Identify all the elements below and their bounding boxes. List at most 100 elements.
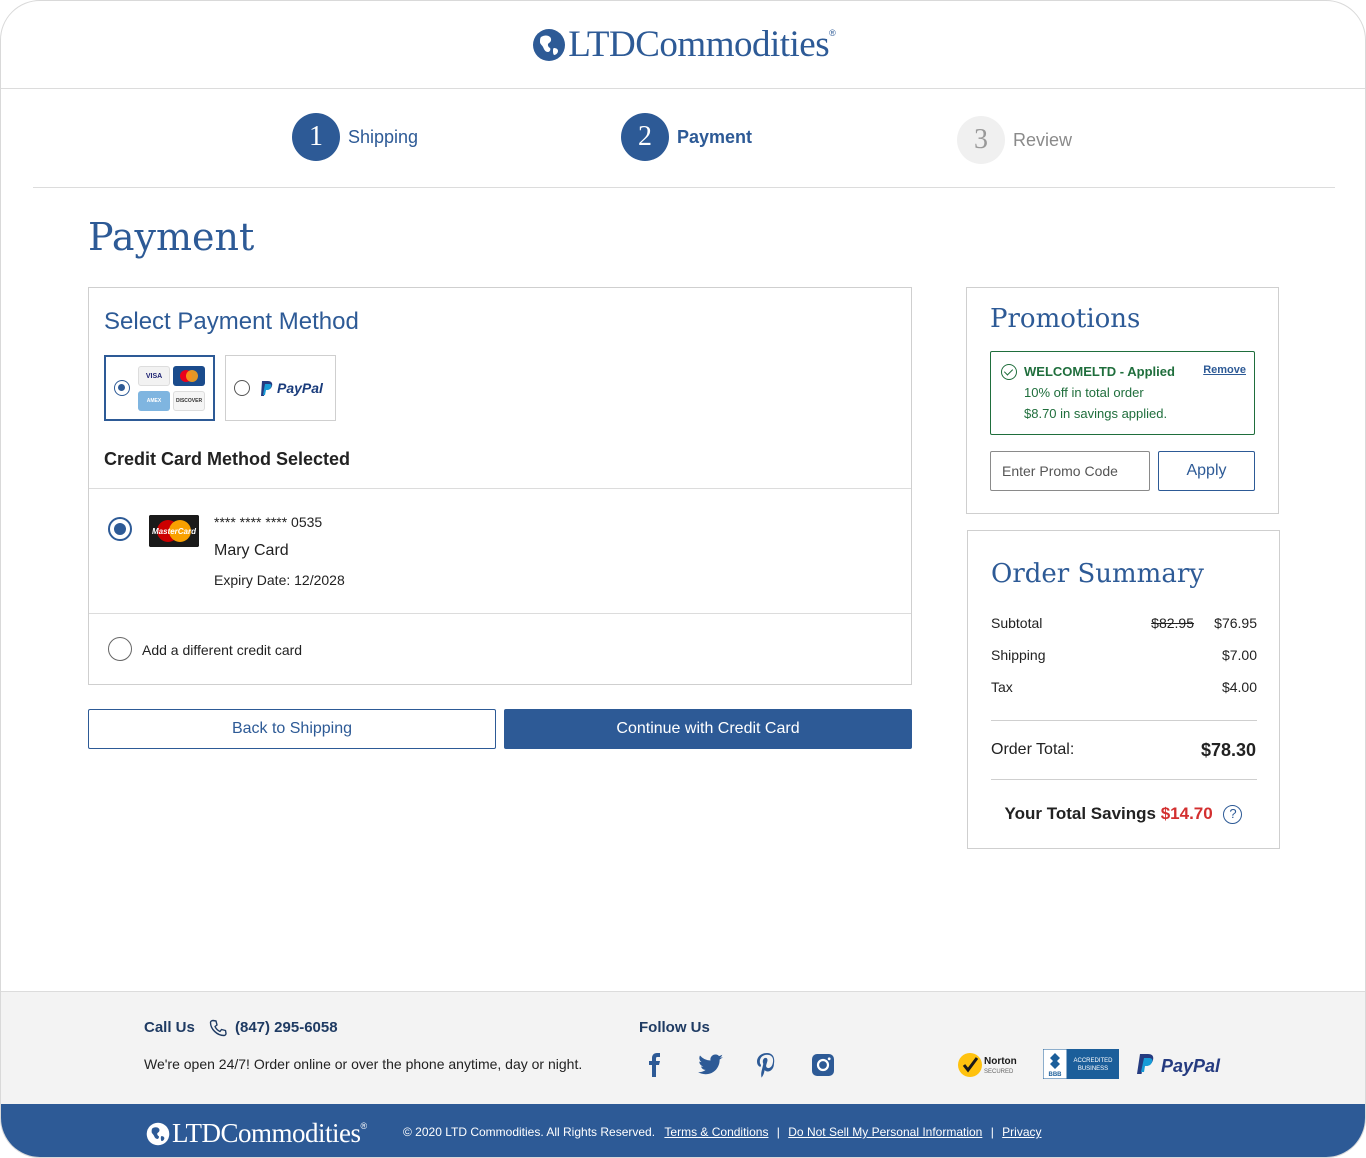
step-number: 1 <box>292 113 340 161</box>
shipping-label: Shipping <box>991 647 1046 663</box>
page-title: Payment <box>88 215 255 259</box>
link-separator: | <box>990 1125 994 1139</box>
shipping-value: $7.00 <box>1221 647 1257 663</box>
follow-us-label: Follow Us <box>639 1019 710 1036</box>
order-summary-panel: Order Summary Subtotal $82.95 $76.95 Shi… <box>967 530 1280 849</box>
bbb-short-label: BBB <box>1049 1072 1063 1078</box>
site-header: LTDCommodities ® <box>1 1 1365 89</box>
step-number: 2 <box>621 113 669 161</box>
copyright-text: © 2020 LTD Commodities. All Rights Reser… <box>403 1125 656 1139</box>
hours-text: We're open 24/7! Order online or over th… <box>144 1056 583 1072</box>
footer-legal-bar: LTDCommodities ® © 2020 LTD Commodities. … <box>1 1104 1365 1157</box>
step-label: Review <box>1013 129 1073 150</box>
globe-logo-icon <box>533 28 566 61</box>
order-summary-title: Order Summary <box>991 559 1204 589</box>
footer-info: Call Us (847) 295-6058 We're open 24/7! … <box>1 991 1365 1104</box>
amex-icon: AMEX <box>138 391 170 411</box>
section-divider <box>89 488 911 489</box>
step-payment: 2 Payment <box>621 113 752 161</box>
registered-mark: ® <box>360 1120 368 1131</box>
subtotal-label: Subtotal <box>991 615 1043 631</box>
card-expiry: Expiry Date: 12/2028 <box>214 572 345 588</box>
norton-sub-label: SECURED <box>984 1069 1014 1075</box>
pinterest-icon[interactable] <box>754 1052 780 1078</box>
section-divider <box>89 613 911 614</box>
facebook-icon[interactable] <box>642 1052 668 1078</box>
order-total-label: Order Total: <box>991 741 1075 758</box>
back-to-shipping-button[interactable]: Back to Shipping <box>88 709 496 749</box>
summary-divider <box>991 720 1257 721</box>
step-label: Payment <box>677 126 753 147</box>
paypal-method-tile[interactable]: PayPal <box>225 355 336 421</box>
tax-value: $4.00 <box>1221 679 1257 695</box>
instagram-icon[interactable] <box>810 1052 836 1078</box>
subtotal-value: $76.95 <box>1214 615 1257 631</box>
globe-logo-icon <box>146 1122 170 1145</box>
checkout-steps: 1 Shipping 2 Payment 3 Review <box>1 113 1365 165</box>
promo-description: 10% off in total order <box>1024 385 1144 400</box>
mastercard-logo-icon: MasterCard <box>149 515 199 547</box>
order-total-value: $78.30 <box>1200 740 1256 760</box>
step-review: 3 Review <box>957 116 1072 164</box>
paypal-badge: PayPal <box>1137 1054 1221 1076</box>
total-savings: Your Total Savings $14.70 ? <box>968 804 1279 824</box>
steps-divider <box>33 187 1335 188</box>
bbb-accredited-badge: BBB ACCREDITED BUSINESS <box>1043 1049 1119 1079</box>
site-logo[interactable]: LTDCommodities ® <box>532 23 836 66</box>
paypal-icon <box>261 381 273 396</box>
credit-card-method-radio[interactable] <box>114 380 130 396</box>
credit-card-method-tile[interactable]: VISA AMEX DISCOVER <box>104 355 215 421</box>
legal-links: © 2020 LTD Commodities. All Rights Reser… <box>403 1125 1042 1139</box>
page-frame: LTDCommodities ® 1 Shipping 2 Payment 3 R… <box>0 0 1366 1158</box>
discover-icon: DISCOVER <box>173 391 205 411</box>
payment-method-panel: Select Payment Method VISA AMEX DISCOVER… <box>88 287 912 685</box>
paypal-method-radio[interactable] <box>234 380 250 396</box>
savings-label: Your Total Savings <box>1004 804 1156 823</box>
promotions-title: Promotions <box>990 304 1141 334</box>
privacy-link[interactable]: Privacy <box>1002 1125 1041 1139</box>
applied-promo-box: WELCOMELTD - Applied Remove 10% off in t… <box>990 351 1255 435</box>
phone-number[interactable]: (847) 295-6058 <box>235 1019 338 1036</box>
subtotal-original: $82.95 <box>1151 615 1194 631</box>
paypal-label: PayPal <box>277 380 323 396</box>
check-circle-icon <box>1001 364 1017 380</box>
savings-amount: $14.70 <box>1160 804 1213 823</box>
footer-logo[interactable]: LTDCommodities ® <box>146 1118 367 1149</box>
paypal-badge-label: PayPal <box>1161 1056 1221 1076</box>
bbb-label-2: BUSINESS <box>1078 1066 1108 1072</box>
mastercard-icon <box>173 366 205 386</box>
terms-link[interactable]: Terms & Conditions <box>664 1125 768 1139</box>
apply-promo-button[interactable]: Apply <box>1158 451 1255 491</box>
card-number: **** **** **** 0535 <box>214 514 323 530</box>
continue-button[interactable]: Continue with Credit Card <box>504 709 912 749</box>
step-shipping[interactable]: 1 Shipping <box>292 113 418 161</box>
twitter-icon[interactable] <box>698 1052 724 1078</box>
step-number: 3 <box>957 116 1005 164</box>
visa-icon: VISA <box>138 366 170 386</box>
registered-mark: ® <box>829 27 836 38</box>
mastercard-logo-text: MasterCard <box>152 527 197 536</box>
remove-promo-link[interactable]: Remove <box>1203 364 1246 376</box>
promotions-panel: Promotions WELCOMELTD - Applied Remove 1… <box>966 287 1279 514</box>
step-label: Shipping <box>348 126 419 147</box>
payment-method-heading: Select Payment Method <box>104 308 359 335</box>
add-card-radio[interactable] <box>108 637 132 661</box>
norton-label: Norton <box>984 1056 1017 1067</box>
summary-divider <box>991 779 1257 780</box>
norton-secured-badge: Norton SECURED <box>958 1053 1017 1077</box>
bbb-label-1: ACCREDITED <box>1073 1058 1113 1064</box>
do-not-sell-link[interactable]: Do Not Sell My Personal Information <box>788 1125 982 1139</box>
help-icon[interactable]: ? <box>1223 805 1243 824</box>
promo-savings: $8.70 in savings applied. <box>1024 406 1168 421</box>
link-separator: | <box>776 1125 780 1139</box>
promo-code-input[interactable] <box>990 451 1150 491</box>
phone-icon <box>209 1019 227 1037</box>
call-us-label: Call Us <box>144 1019 195 1036</box>
add-card-label: Add a different credit card <box>142 642 303 658</box>
selected-method-label: Credit Card Method Selected <box>104 449 351 469</box>
cardholder-name: Mary Card <box>214 542 289 559</box>
saved-card-radio[interactable] <box>108 517 132 541</box>
tax-label: Tax <box>991 679 1013 695</box>
brand-name: LTDCommodities <box>568 24 830 65</box>
brand-name: LTDCommodities <box>172 1118 361 1148</box>
